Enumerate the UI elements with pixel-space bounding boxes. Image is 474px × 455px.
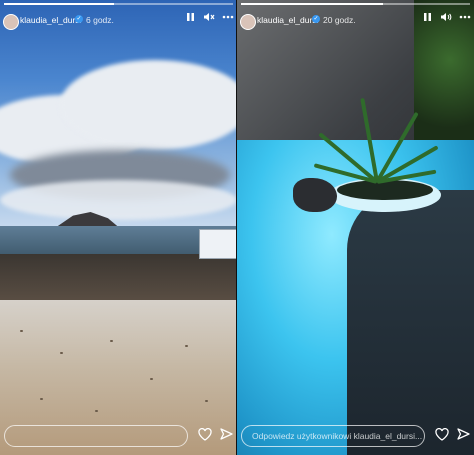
story-progress-bar bbox=[4, 3, 233, 5]
story-footer bbox=[0, 425, 237, 449]
pebble bbox=[40, 398, 43, 400]
pebble bbox=[20, 330, 23, 332]
heart-icon[interactable] bbox=[435, 427, 449, 446]
mute-icon[interactable] bbox=[203, 12, 215, 26]
reply-placeholder: Odpowiedz użytkownikowi klaudia_el_dursi… bbox=[252, 431, 423, 441]
avatar[interactable] bbox=[240, 14, 256, 30]
heart-icon[interactable] bbox=[198, 427, 212, 446]
pause-icon[interactable] bbox=[423, 12, 432, 26]
verified-badge-icon: ✓ bbox=[312, 15, 320, 23]
story-panel-left[interactable]: klaudia_el_dursi ✓ 6 godz. bbox=[0, 0, 237, 455]
volume-icon[interactable] bbox=[440, 12, 452, 26]
reply-input[interactable] bbox=[4, 425, 188, 447]
cloud bbox=[60, 60, 237, 150]
time-ago: 6 godz. bbox=[86, 15, 114, 25]
reply-input[interactable]: Odpowiedz użytkownikowi klaudia_el_dursi… bbox=[241, 425, 425, 447]
pebble bbox=[60, 352, 63, 354]
story-header: klaudia_el_dursi ✓ 20 godz. bbox=[237, 10, 474, 36]
story-footer: Odpowiedz użytkownikowi klaudia_el_dursi… bbox=[237, 425, 474, 449]
more-icon[interactable] bbox=[222, 12, 234, 26]
lifeguard-hut bbox=[199, 229, 237, 259]
story-progress-fill bbox=[4, 3, 114, 5]
cloud bbox=[0, 180, 237, 220]
send-icon[interactable] bbox=[457, 428, 470, 446]
story-header: klaudia_el_dursi ✓ 6 godz. bbox=[0, 10, 237, 36]
more-icon[interactable] bbox=[459, 12, 471, 26]
avatar[interactable] bbox=[3, 14, 19, 30]
pebble bbox=[205, 400, 208, 402]
username[interactable]: klaudia_el_dursi bbox=[257, 15, 318, 25]
planter-soil bbox=[337, 180, 433, 200]
send-icon[interactable] bbox=[220, 428, 233, 446]
story-panel-right[interactable]: klaudia_el_dursi ✓ 20 godz. Odpowiedz uż… bbox=[237, 0, 474, 455]
pebble bbox=[110, 340, 113, 342]
rocky-shore bbox=[0, 254, 237, 304]
pebble bbox=[185, 345, 188, 347]
pool-edge bbox=[347, 190, 474, 455]
pebble bbox=[150, 378, 153, 380]
time-ago: 20 godz. bbox=[323, 15, 356, 25]
pause-icon[interactable] bbox=[186, 12, 195, 26]
rock bbox=[293, 178, 337, 212]
story-progress-fill bbox=[241, 3, 383, 5]
username[interactable]: klaudia_el_dursi bbox=[20, 15, 81, 25]
verified-badge-icon: ✓ bbox=[75, 15, 83, 23]
story-progress-bar bbox=[241, 3, 470, 5]
pebble bbox=[95, 410, 98, 412]
